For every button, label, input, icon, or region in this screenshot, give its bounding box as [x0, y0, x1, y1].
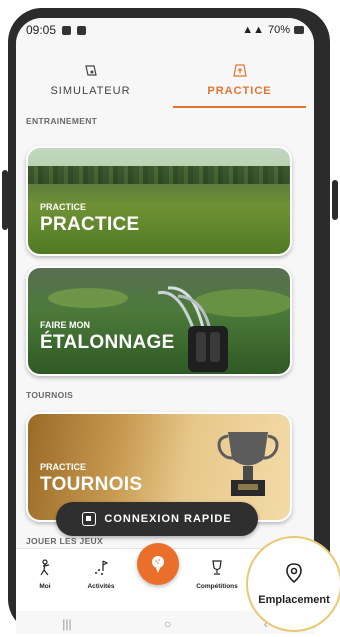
nav-competitions[interactable]: Compétitions: [188, 559, 246, 590]
active-tab-indicator: [173, 106, 306, 108]
activity-flag-icon: [95, 560, 109, 575]
card-etalonnage[interactable]: FAIRE MON ÉTALONNAGE: [26, 266, 292, 376]
tab-practice[interactable]: PRACTICE: [165, 46, 314, 114]
side-button: [2, 170, 8, 230]
card-small-label: PRACTICE: [40, 462, 87, 472]
qr-code-icon: [82, 512, 97, 526]
section-training: ENTRAINEMENT: [26, 116, 98, 126]
nav-moi[interactable]: Moi: [16, 559, 74, 590]
battery-icon: [294, 26, 304, 34]
trophy-nav-icon: [212, 560, 222, 575]
notification-icon: [62, 25, 72, 35]
quick-connect-button[interactable]: CONNEXION RAPIDE: [56, 502, 258, 536]
location-pin-icon: [286, 563, 302, 584]
top-tabs: SIMULATEUR PRACTICE: [16, 46, 314, 114]
nav-label: Compétitions: [196, 583, 238, 590]
golf-ball-icon: [152, 556, 164, 573]
tab-label: PRACTICE: [207, 85, 272, 97]
section-tournaments: TOURNOIS: [26, 390, 74, 400]
recent-apps-icon[interactable]: |||: [62, 617, 71, 631]
section-games: JOUER LES JEUX: [26, 536, 103, 546]
tab-simulateur[interactable]: SIMULATEUR: [16, 46, 165, 114]
nav-label: Moi: [39, 583, 51, 590]
signal-icon: ▲▲: [242, 24, 264, 36]
nav-label: Emplacement: [258, 594, 330, 606]
tree-line: [28, 166, 290, 184]
status-bar: 09:05 ▲▲ 70%: [16, 18, 314, 42]
quick-connect-label: CONNEXION RAPIDE: [104, 513, 232, 525]
nav-emplacement[interactable]: Emplacement: [246, 536, 340, 632]
golfer-icon: [40, 559, 50, 576]
nav-label: Activités: [87, 583, 115, 590]
battery-level: 70%: [267, 24, 290, 36]
simulator-icon: [84, 65, 97, 76]
practice-icon: [232, 64, 247, 77]
card-title: PRACTICE: [40, 214, 140, 235]
card-title: TOURNOIS: [40, 474, 143, 495]
nav-golf-ball-button[interactable]: [137, 543, 179, 585]
card-small-label: PRACTICE: [40, 202, 87, 212]
nav-activites[interactable]: Activités: [72, 559, 130, 590]
card-small-label: FAIRE MON: [40, 320, 91, 330]
card-practice[interactable]: PRACTICE PRACTICE: [26, 146, 292, 256]
side-button: [332, 180, 338, 220]
status-time: 09:05: [26, 23, 57, 37]
card-title: ÉTALONNAGE: [40, 332, 175, 353]
notification-icon: [77, 25, 87, 35]
tab-label: SIMULATEUR: [50, 85, 131, 97]
home-icon[interactable]: ○: [164, 617, 171, 631]
